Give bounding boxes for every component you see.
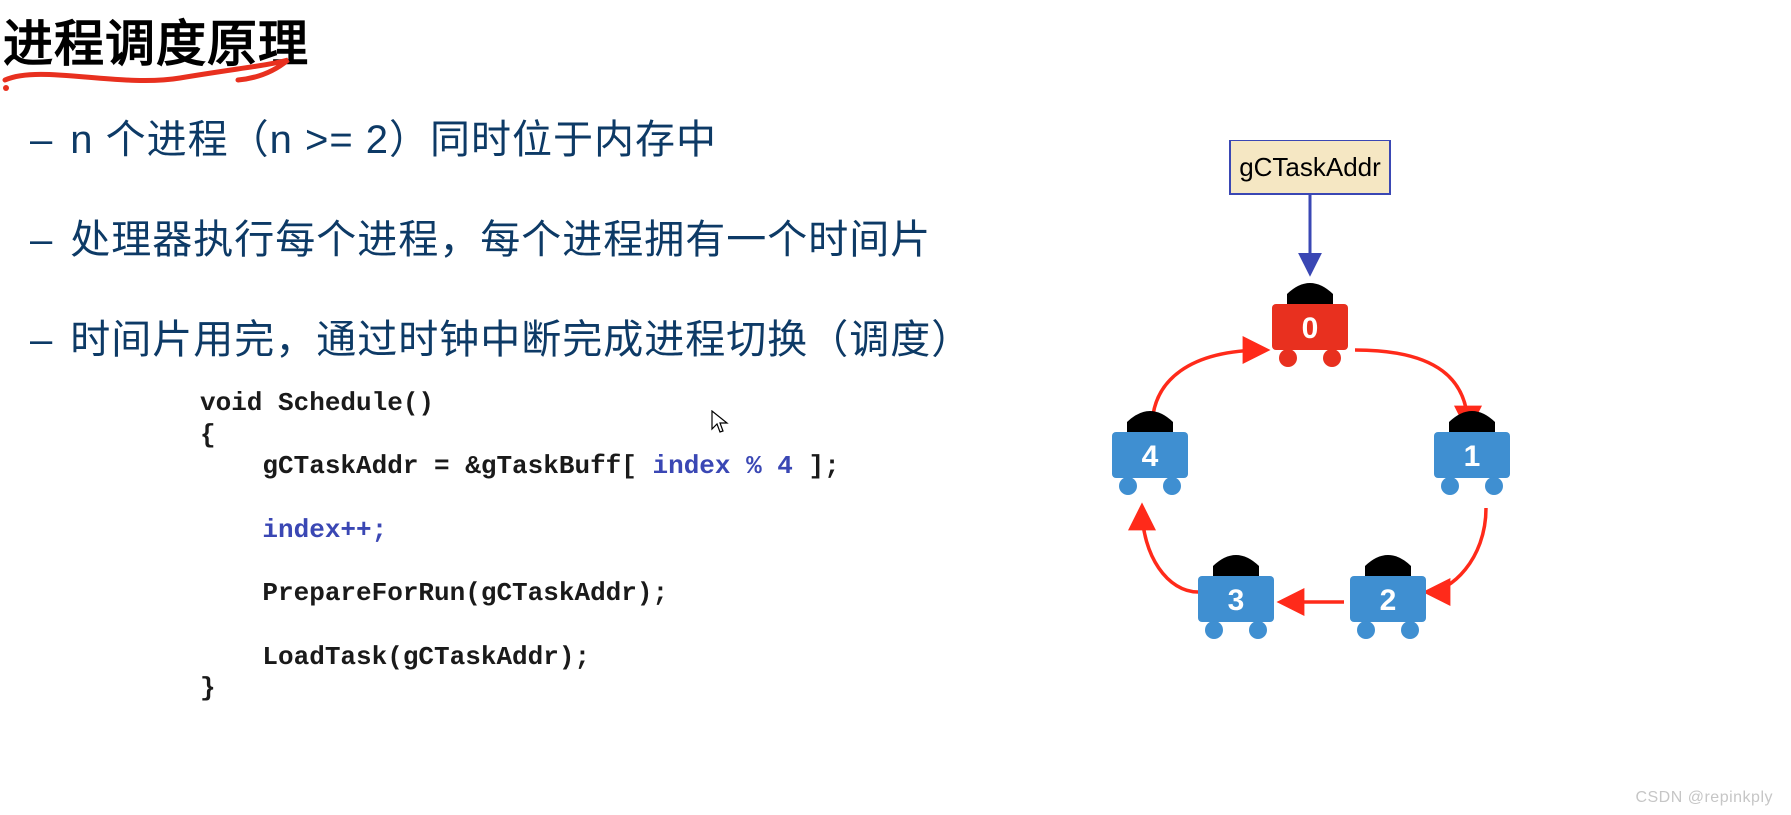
bullet-dash: – — [30, 118, 52, 162]
code-line: } — [200, 673, 216, 703]
code-line: gCTaskAddr = &gTaskBuff[ — [200, 451, 652, 481]
scheduler-diagram: gCTaskAddr 0 — [1030, 140, 1590, 700]
task-node-label: 2 — [1380, 584, 1397, 617]
task-node-label: 0 — [1302, 312, 1319, 345]
bullet-dash: – — [30, 218, 52, 262]
arrow-4-0 — [1152, 350, 1265, 428]
task-node-1: 1 — [1434, 411, 1510, 495]
bullet-item: – 处理器执行每个进程，每个进程拥有一个时间片 — [30, 218, 972, 262]
bullet-list: – n 个进程（n >= 2）同时位于内存中 – 处理器执行每个进程，每个进程拥… — [30, 118, 972, 418]
arrow-1-2 — [1428, 508, 1486, 592]
pointer-box: gCTaskAddr — [1230, 140, 1390, 194]
code-line: { — [200, 420, 216, 450]
bullet-dash: – — [30, 318, 52, 362]
watermark: CSDN @repinkply — [1635, 789, 1773, 807]
code-line: PrepareForRun(gCTaskAddr); — [200, 578, 668, 608]
code-block: void Schedule() { gCTaskAddr = &gTaskBuf… — [200, 388, 840, 705]
bullet-text: 时间片用完，通过时钟中断完成进程切换（调度） — [70, 318, 972, 362]
bullet-text: n 个进程（n >= 2）同时位于内存中 — [70, 118, 717, 162]
task-node-3: 3 — [1198, 555, 1274, 639]
bullet-item: – 时间片用完，通过时钟中断完成进程切换（调度） — [30, 318, 972, 362]
task-node-4: 4 — [1112, 411, 1188, 495]
task-node-0: 0 — [1272, 283, 1348, 367]
task-node-label: 1 — [1464, 440, 1481, 473]
title-underline — [0, 56, 300, 96]
task-node-2: 2 — [1350, 555, 1426, 639]
code-line: void Schedule() — [200, 388, 434, 418]
bullet-item: – n 个进程（n >= 2）同时位于内存中 — [30, 118, 972, 162]
code-line: ]; — [793, 451, 840, 481]
pointer-box-label: gCTaskAddr — [1239, 152, 1381, 182]
arrow-3-4 — [1142, 508, 1198, 592]
task-node-label: 4 — [1142, 440, 1159, 473]
code-highlight: index % 4 — [652, 451, 792, 481]
bullet-text: 处理器执行每个进程，每个进程拥有一个时间片 — [70, 218, 931, 262]
code-highlight: index++; — [200, 515, 387, 545]
arrow-0-1 — [1355, 350, 1468, 428]
code-line: LoadTask(gCTaskAddr); — [200, 642, 590, 672]
task-node-label: 3 — [1228, 584, 1245, 617]
